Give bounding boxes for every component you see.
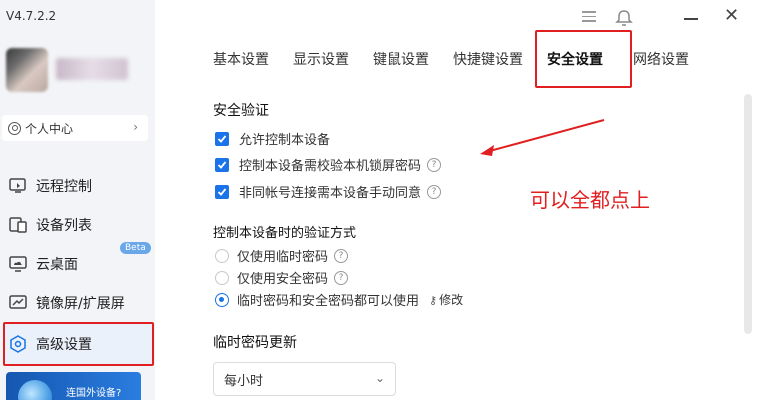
user-icon xyxy=(8,121,21,135)
tab-display[interactable]: 显示设置 xyxy=(293,50,373,70)
modify-link[interactable]: ⚷ 修改 xyxy=(429,291,463,308)
chevron-down-icon: ⌄ xyxy=(374,371,385,385)
username-blurred xyxy=(56,58,128,80)
personal-center-link[interactable]: 个人中心 › xyxy=(2,115,148,141)
advanced-settings-icon xyxy=(8,335,28,353)
scrollbar[interactable] xyxy=(744,94,752,334)
sidebar-item-remote-control[interactable]: 远程控制 xyxy=(0,168,155,204)
globe-icon xyxy=(18,380,52,400)
radio-label: 仅使用安全密码 xyxy=(237,272,329,287)
help-icon[interactable]: ? xyxy=(427,157,442,172)
chevron-right-icon: › xyxy=(133,120,138,134)
tab-basic[interactable]: 基本设置 xyxy=(213,50,293,70)
help-icon[interactable]: ? xyxy=(427,184,442,199)
radio-button[interactable] xyxy=(215,270,229,285)
sidebar-item-label: 镜像屏/扩展屏 xyxy=(36,296,125,312)
checkbox-checked[interactable] xyxy=(215,131,229,146)
sidebar: V4.7.2.2 个人中心 › 远程控制 设备列表 云桌面 Beta 镜像屏/扩… xyxy=(0,0,155,400)
bell-icon[interactable] xyxy=(614,8,634,32)
sidebar-item-mirror-screen[interactable]: 镜像屏/扩展屏 xyxy=(0,285,155,321)
close-icon[interactable]: ✕ xyxy=(724,5,739,26)
radio-secure-only[interactable]: 仅使用安全密码 ? xyxy=(215,268,349,287)
tab-shortcuts[interactable]: 快捷键设置 xyxy=(453,50,547,70)
radio-label: 临时密码和安全密码都可以使用 xyxy=(237,294,420,309)
select-value: 每小时 xyxy=(224,373,264,389)
checkbox-checked[interactable] xyxy=(215,184,229,199)
check-label: 允许控制本设备 xyxy=(239,133,331,148)
key-icon: ⚷ xyxy=(429,294,438,307)
check-allow-control[interactable]: 允许控制本设备 xyxy=(215,129,330,148)
radio-label: 仅使用临时密码 xyxy=(237,250,329,265)
sidebar-item-device-list[interactable]: 设备列表 xyxy=(0,207,155,243)
tab-security[interactable]: 安全设置 xyxy=(547,50,633,70)
security-verify-title: 安全验证 xyxy=(213,103,269,119)
cloud-desktop-icon xyxy=(8,255,28,273)
temp-password-select[interactable]: 每小时 ⌄ xyxy=(213,362,396,396)
check-lock-password[interactable]: 控制本设备需校验本机锁屏密码 ? xyxy=(215,155,442,174)
tab-keyboard-mouse[interactable]: 键鼠设置 xyxy=(373,50,453,70)
sidebar-item-label: 云桌面 xyxy=(36,257,78,273)
annotation-arrow xyxy=(480,119,605,156)
modify-label: 修改 xyxy=(439,293,464,307)
beta-badge: Beta xyxy=(120,242,151,254)
settings-tabs: 基本设置 显示设置 键鼠设置 快捷键设置 安全设置 网络设置 xyxy=(213,50,703,70)
checkbox-checked[interactable] xyxy=(215,157,229,172)
sidebar-item-label: 高级设置 xyxy=(36,337,92,353)
mirror-screen-icon xyxy=(8,294,28,312)
check-label: 非同帐号连接需本设备手动同意 xyxy=(239,186,422,201)
annotation-text: 可以全都点上 xyxy=(530,188,650,212)
help-icon[interactable]: ? xyxy=(334,270,349,285)
menu-icon[interactable] xyxy=(580,8,598,26)
avatar[interactable] xyxy=(6,48,48,92)
radio-button[interactable] xyxy=(215,248,229,263)
app-version: V4.7.2.2 xyxy=(6,9,57,23)
help-icon[interactable]: ? xyxy=(334,248,349,263)
temp-password-title: 临时密码更新 xyxy=(213,335,297,351)
sidebar-item-label: 远程控制 xyxy=(36,179,92,195)
sidebar-item-advanced-settings[interactable]: 高级设置 xyxy=(0,326,155,362)
promo-text: 连国外设备? xyxy=(66,388,122,399)
personal-center-label: 个人中心 xyxy=(25,121,74,136)
check-label: 控制本设备需校验本机锁屏密码 xyxy=(239,159,422,174)
sidebar-item-label: 设备列表 xyxy=(36,218,92,234)
radio-temp-only[interactable]: 仅使用临时密码 ? xyxy=(215,246,349,265)
radio-button-selected[interactable] xyxy=(215,292,229,307)
remote-control-icon xyxy=(8,177,28,195)
verify-method-title: 控制本设备时的验证方式 xyxy=(213,226,357,241)
check-manual-consent[interactable]: 非同帐号连接需本设备手动同意 ? xyxy=(215,182,442,201)
radio-both[interactable]: 临时密码和安全密码都可以使用 ⚷ 修改 xyxy=(215,290,463,309)
minimize-icon[interactable] xyxy=(684,18,698,20)
tab-network[interactable]: 网络设置 xyxy=(633,50,703,70)
promo-banner[interactable]: 连国外设备? xyxy=(6,372,141,400)
device-list-icon xyxy=(8,216,28,234)
